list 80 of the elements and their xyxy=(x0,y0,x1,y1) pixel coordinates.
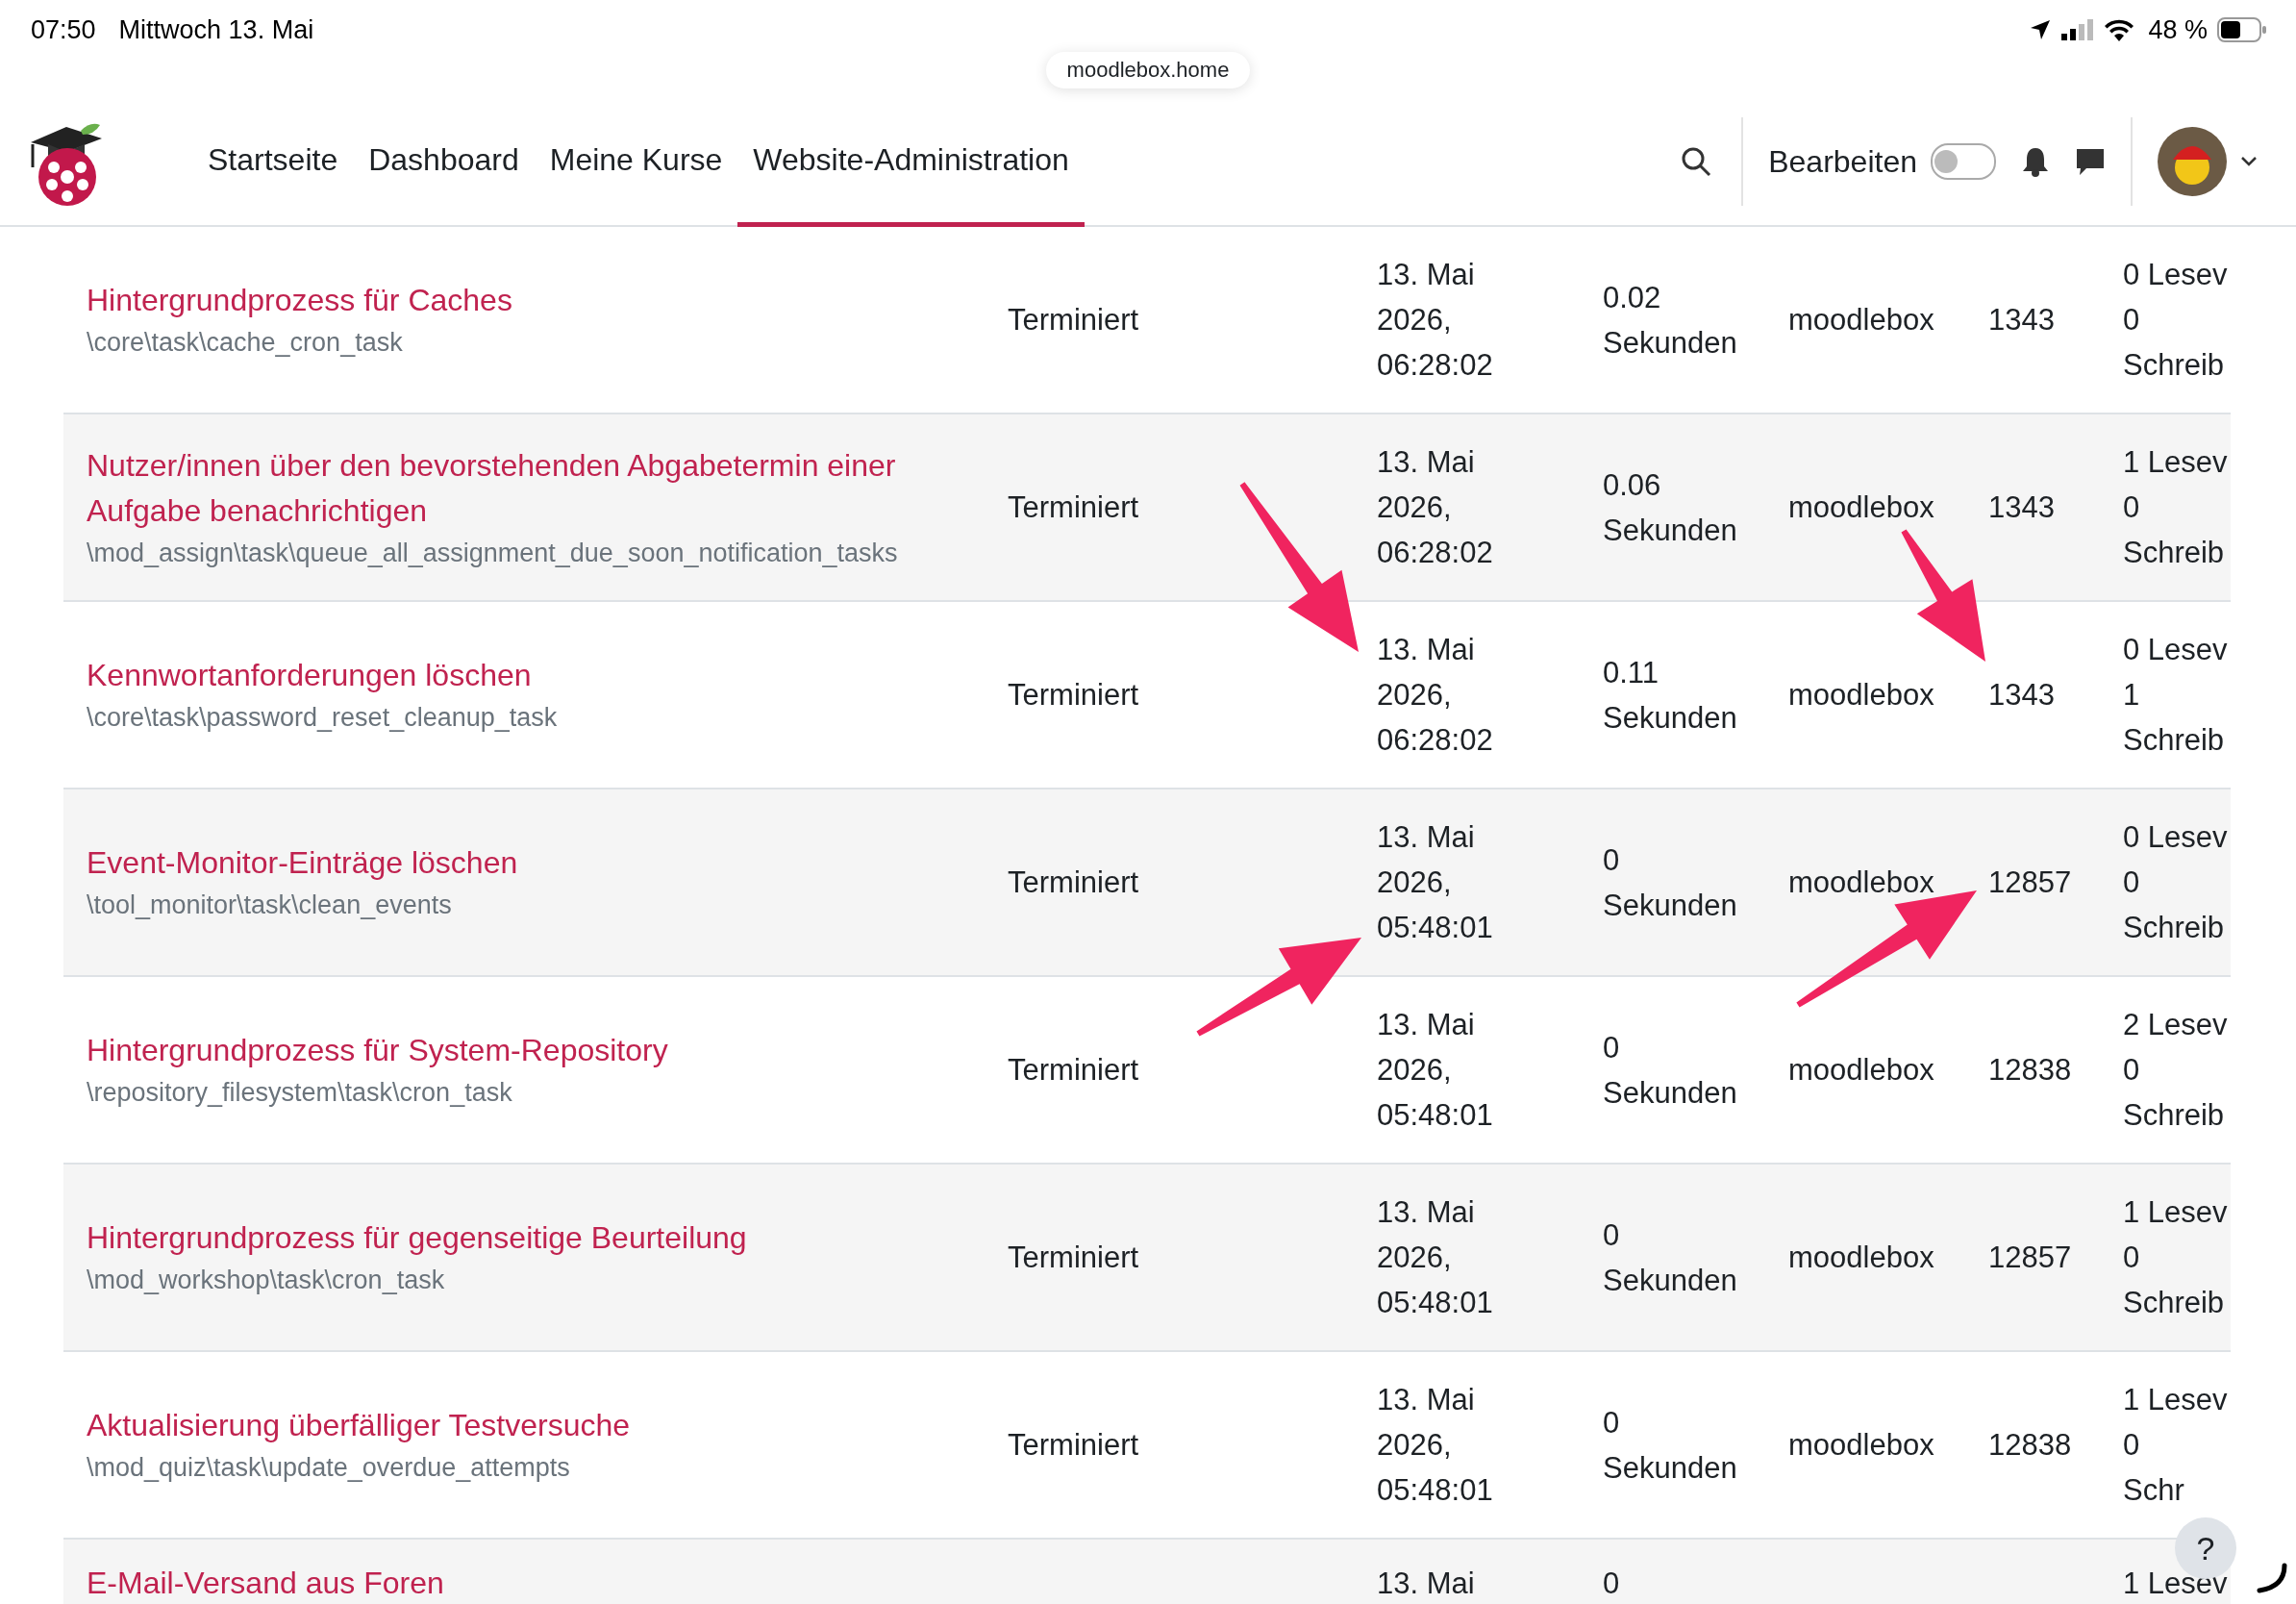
table-cell-text: 13. Mai 2026, 05:48:01 xyxy=(1377,1194,1494,1321)
task-class-name: \repository_filesystem\task\cron_task xyxy=(87,1077,512,1109)
table-cell-text: 12857 xyxy=(1988,865,2073,901)
table-cell-text: Terminiert xyxy=(1008,1052,1140,1089)
table-cell-text: 1343 xyxy=(1988,302,2056,338)
table-cell-text: 1 Lesev 0 Schr xyxy=(2123,1382,2229,1509)
table-cell-text: 13. Mai 2026, 06:28:02 xyxy=(1377,257,1494,384)
table-cell-text: Terminiert xyxy=(1008,865,1140,901)
nav-tab[interactable]: Startseite xyxy=(192,98,354,227)
table-cell-text: 13. Mai 2026, 05:48:01 xyxy=(1377,819,1494,946)
table-cell-text: Terminiert xyxy=(1008,1427,1140,1464)
bell-icon xyxy=(2021,146,2050,177)
status-time: 07:50 xyxy=(31,14,96,45)
task-link[interactable]: Event-Monitor-Einträge löschen xyxy=(87,840,557,886)
table-cell-text: 1343 xyxy=(1988,677,2056,714)
task-link[interactable]: Hintergrundprozess für gegenseitige Beurteilung xyxy=(87,1216,786,1261)
table-cell-text: 1343 xyxy=(1988,489,2056,526)
nav-tab[interactable]: Meine Kurse xyxy=(534,98,738,227)
table-cell-text: 0 Sekunden xyxy=(1603,841,1738,924)
table-cell-text: 0.06 Sekunden xyxy=(1603,466,1738,549)
table-cell-text: 12838 xyxy=(1988,1052,2073,1089)
user-menu-button[interactable] xyxy=(2158,127,2258,196)
corner-curve-icon xyxy=(2256,1562,2288,1594)
task-class-name: \core\task\password_reset_cleanup_task xyxy=(87,702,558,734)
task-class-name: \tool_monitor\task\clean_events xyxy=(87,890,452,921)
table-cell-text: 13. Mai 2026, 06:28:02 xyxy=(1377,632,1494,759)
task-link[interactable]: Nutzer/innen über den bevorstehenden Abgabetermin einer Aufgabe benachrichtigen xyxy=(87,442,1008,534)
edit-mode-label: Bearbeiten xyxy=(1768,143,1917,180)
table-cell-text: 0 Lesev 0 Schreib xyxy=(2123,257,2229,384)
table-cell-text: 13. Mai xyxy=(1377,1566,1476,1602)
table-cell-text: 12838 xyxy=(1988,1427,2073,1464)
task-class-name: \mod_workshop\task\cron_task xyxy=(87,1265,445,1296)
task-link[interactable]: Hintergrundprozess für Caches xyxy=(87,278,551,323)
task-link[interactable]: Kennwortanforderungen löschen xyxy=(87,653,570,698)
table-cell-text: moodlebox xyxy=(1788,865,1935,901)
table-cell-text: 13. Mai 2026, 05:48:01 xyxy=(1377,1382,1494,1509)
table-cell-text: Terminiert xyxy=(1008,1240,1140,1276)
wifi-icon xyxy=(2104,18,2135,41)
table-cell-text: 0.02 Sekunden xyxy=(1603,279,1738,362)
task-link[interactable]: Hintergrundprozess für System-Repository xyxy=(87,1028,707,1073)
table-cell-text: moodlebox xyxy=(1788,1052,1935,1089)
status-date: Mittwoch 13. Mai xyxy=(118,14,314,45)
table-cell-text: Terminiert xyxy=(1008,677,1140,714)
caret-icon xyxy=(2240,156,2258,167)
battery-percentage: 48 % xyxy=(2148,14,2208,45)
table-cell-text: 1 Lesev 0 Schreib xyxy=(2123,1194,2229,1321)
task-class-name: \mod_assign\task\queue_all_assignment_due_soon_notification_tasks xyxy=(87,537,898,569)
table-cell-text: moodlebox xyxy=(1788,677,1935,714)
table-cell-text: moodlebox xyxy=(1788,302,1935,338)
table-cell-text: 13. Mai 2026, 05:48:01 xyxy=(1377,1007,1494,1134)
table-cell-text: 0 xyxy=(1603,1566,1621,1602)
table-cell-text: 0 Sekunden xyxy=(1603,1216,1738,1299)
task-class-name: \core\task\cache_cron_task xyxy=(87,327,403,359)
edit-mode-switch[interactable] xyxy=(1931,143,1996,180)
table-cell-text: 2 Lesev 0 Schreib xyxy=(2123,1007,2229,1134)
nav-tab[interactable]: Dashboard xyxy=(353,98,535,227)
signal-icon xyxy=(2061,19,2095,40)
url-label[interactable]: moodlebox.home xyxy=(1045,52,1251,88)
avatar-icon xyxy=(2158,127,2227,196)
table-cell-text: moodlebox xyxy=(1788,1240,1935,1276)
location-icon xyxy=(2029,18,2053,41)
table-cell-text: 0 Sekunden xyxy=(1603,1029,1738,1112)
table-cell-text: 1 Lesev 0 Schreib xyxy=(2123,444,2229,571)
table-cell-text: 0 Sekunden xyxy=(1603,1404,1738,1487)
table-cell-text: 13. Mai 2026, 06:28:02 xyxy=(1377,444,1494,571)
table-cell-text: 12857 xyxy=(1988,1240,2073,1276)
task-class-name: \mod_quiz\task\update_overdue_attempts xyxy=(87,1452,570,1484)
table-cell-text: Terminiert xyxy=(1008,489,1140,526)
table-cell-text: moodlebox xyxy=(1788,489,1935,526)
task-link[interactable]: Aktualisierung überfälliger Testversuche xyxy=(87,1403,669,1448)
task-link[interactable]: E-Mail-Versand aus Foren xyxy=(87,1561,483,1604)
search-icon xyxy=(1680,145,1713,178)
table-cell-text: 0.11 Sekunden xyxy=(1603,654,1738,737)
table-cell-text: moodlebox xyxy=(1788,1427,1935,1464)
battery-icon xyxy=(2217,17,2267,42)
chat-icon xyxy=(2075,146,2106,177)
table-cell-text: 0 Lesev 0 Schreib xyxy=(2123,819,2229,946)
nav-tab[interactable]: Website-Administration xyxy=(737,98,1085,227)
table-cell-text: 0 Lesev 1 Schreib xyxy=(2123,632,2229,759)
table-cell-text: Terminiert xyxy=(1008,302,1140,338)
